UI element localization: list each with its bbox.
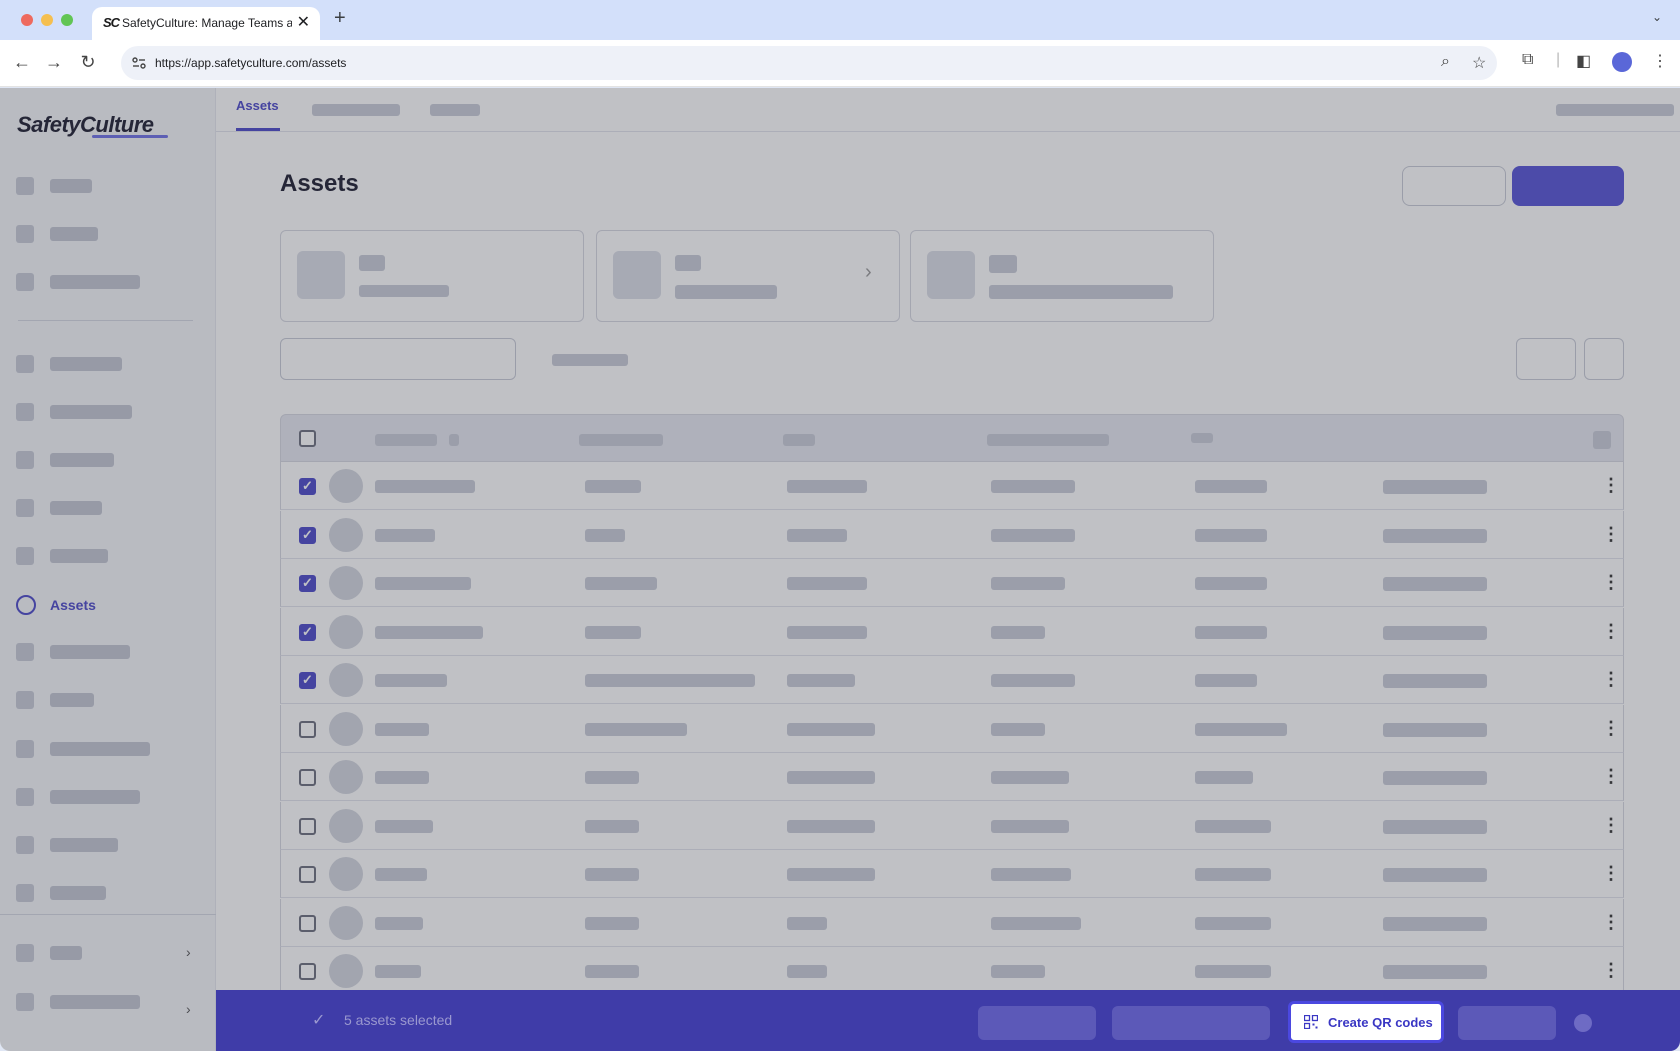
browser-tab[interactable]: SC SafetyCulture: Manage Teams and... ✕ [92,7,320,40]
bulk-action-button[interactable] [1458,1006,1556,1040]
tab-search-icon[interactable]: ⌄ [1652,10,1662,24]
bulk-action-bar: ✓ 5 assets selected Create QR codes [216,990,1680,1051]
close-icon[interactable] [1574,1014,1592,1032]
browser-window: SC SafetyCulture: Manage Teams and... ✕ … [0,0,1680,1051]
address-bar[interactable]: https://app.safetyculture.com/assets ⌕ ☆ [121,46,1497,80]
bulk-action-button[interactable] [1112,1006,1270,1040]
favicon-icon: SC [103,15,120,30]
bulk-action-button[interactable] [978,1006,1096,1040]
browser-toolbar: ← → ↻ https://app.safetyculture.com/asse… [0,40,1680,87]
extensions-icon[interactable]: ⧉ [1522,51,1533,69]
reload-icon[interactable]: ↻ [76,50,100,74]
url-text: https://app.safetyculture.com/assets [155,56,347,70]
toolbar-divider: | [1556,51,1561,68]
new-tab-icon[interactable]: + [334,7,346,30]
sidepanel-icon[interactable]: ◧ [1576,51,1591,71]
tab-title: SafetyCulture: Manage Teams and... [122,16,292,30]
profile-icon[interactable] [1612,52,1632,72]
star-icon[interactable]: ☆ [1472,53,1486,73]
maximize-window-button[interactable] [61,14,73,26]
close-tab-icon[interactable]: ✕ [297,12,310,32]
qr-code-icon [1304,1015,1318,1029]
site-info-icon[interactable] [131,55,147,71]
tab-strip: SC SafetyCulture: Manage Teams and... ✕ … [0,0,1680,40]
menu-icon[interactable]: ⋮ [1652,51,1668,71]
back-icon[interactable]: ← [10,50,34,74]
forward-icon[interactable]: → [42,50,66,74]
overlay-dim [0,88,1680,1051]
create-qr-codes-button[interactable]: Create QR codes [1288,1001,1444,1043]
create-qr-codes-label: Create QR codes [1328,1015,1433,1030]
minimize-window-button[interactable] [41,14,53,26]
selection-count: 5 assets selected [344,1012,453,1028]
close-window-button[interactable] [21,14,33,26]
check-icon: ✓ [312,1012,326,1029]
zoom-icon[interactable]: ⌕ [1441,53,1450,71]
